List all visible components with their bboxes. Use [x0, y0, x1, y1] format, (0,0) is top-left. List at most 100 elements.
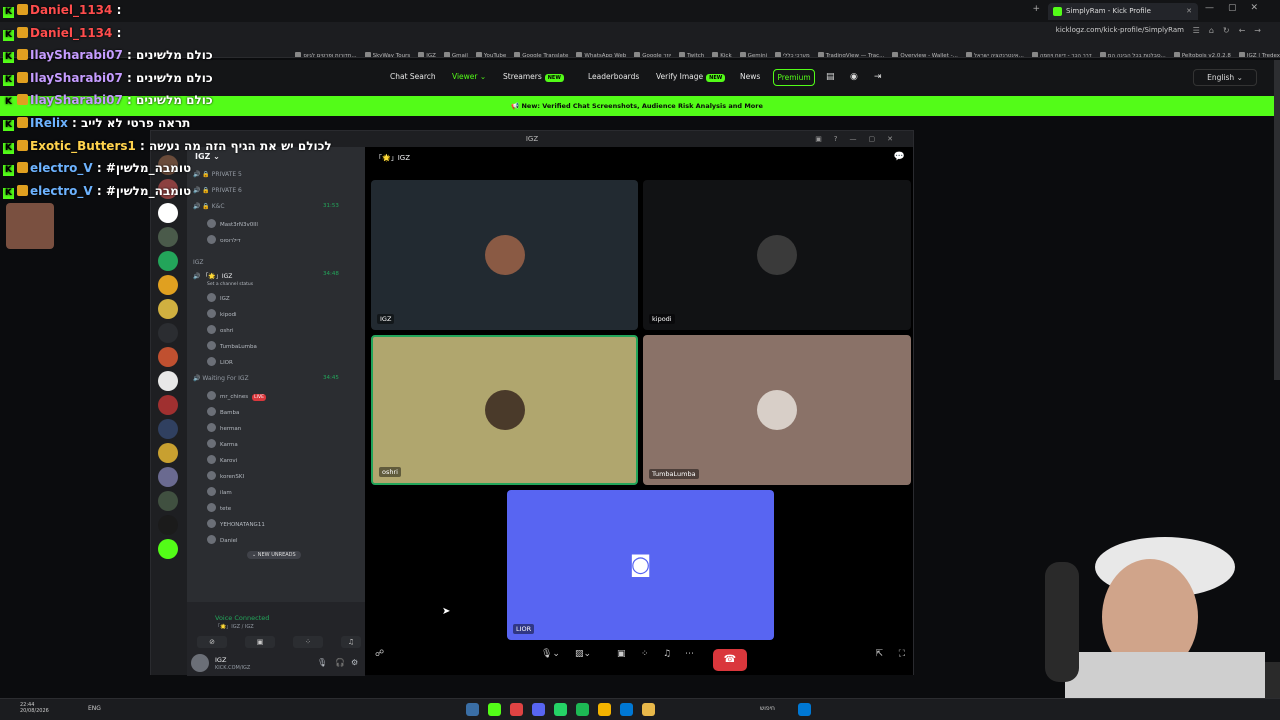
voice-user[interactable]: TumbaLumba — [207, 341, 257, 350]
fullscreen-icon[interactable]: ⛶ — [899, 649, 905, 659]
participant-tile[interactable]: oshri — [371, 335, 638, 485]
voice-user[interactable]: kipodi — [207, 309, 237, 318]
bookmark-item[interactable]: Overview - Wallet -... — [892, 48, 958, 57]
voice-user[interactable]: Mast3rN3v0lll — [207, 219, 258, 228]
bookmark-item[interactable]: SkyWay Tours — [364, 48, 410, 57]
bookmark-item[interactable]: Gemini — [739, 48, 767, 57]
taskbar-search[interactable]: חיפוש — [760, 705, 775, 712]
bookmark-item[interactable]: סבלנות בכל הבינה המ... — [1099, 48, 1166, 57]
discord-icon[interactable]: ◉ — [850, 72, 858, 82]
chat-icon[interactable]: 💬 — [894, 152, 905, 162]
voice-user[interactable]: YEHONATANG11 — [207, 519, 265, 528]
window-controls[interactable]: ▣?—▢✕ — [815, 131, 905, 147]
server-icon[interactable] — [158, 515, 178, 535]
bookmark-item[interactable]: YouTube — [475, 48, 506, 57]
app-icon[interactable] — [510, 703, 523, 716]
bookmark-item[interactable]: Peltobois v2.0.2.8 — [1173, 48, 1231, 57]
participant-tile[interactable]: kipodi — [643, 180, 911, 330]
nav-verify-image[interactable]: Verify Image NEW — [656, 72, 726, 82]
participant-tile[interactable]: ◙ LIOR — [507, 490, 774, 640]
bookmark-item[interactable]: מערכי כללי — [775, 48, 810, 57]
bookmark-item[interactable]: Twitch — [679, 48, 704, 57]
disconnect-button[interactable]: ☎ — [713, 649, 747, 671]
close-tab-icon[interactable]: ✕ — [1186, 3, 1192, 20]
channel-category[interactable]: IGZ — [193, 259, 204, 266]
voice-channel[interactable]: 🔊 🔒 K&C 31:53 — [193, 203, 339, 210]
screen-share-icon[interactable]: ▣ — [617, 649, 626, 659]
nav-chat-search[interactable]: Chat Search — [390, 72, 436, 81]
server-icon[interactable] — [158, 227, 178, 247]
language-select[interactable]: English ⌄ — [1193, 69, 1257, 86]
voice-user[interactable]: mr_chines LIVE — [207, 391, 266, 401]
voice-user[interactable]: דילרוסוס — [207, 235, 241, 244]
language-indicator[interactable]: ENG — [88, 705, 101, 712]
nav-leaderboards[interactable]: Leaderboards — [588, 72, 639, 81]
premium-button[interactable]: Premium — [773, 69, 815, 86]
server-icon[interactable] — [158, 323, 178, 343]
bookmark-item[interactable]: דרך הכר - דיווח ויוזמה — [1031, 48, 1092, 57]
voice-channel[interactable]: 🔊 Waiting For IGZ 34:45 — [193, 375, 339, 382]
camera-off-button[interactable]: ⊘ — [197, 636, 227, 648]
server-icon[interactable] — [158, 371, 178, 391]
chrome-icon[interactable] — [598, 703, 611, 716]
screen-share-button[interactable]: ▣ — [245, 636, 275, 648]
bookmark-item[interactable]: אינטרנקציה ישראל... — [965, 48, 1024, 57]
voice-channel-path[interactable]: 「🌟」IGZ / IGZ — [215, 623, 254, 630]
voice-user[interactable]: herman — [207, 423, 241, 432]
voice-user[interactable]: oshri — [207, 325, 234, 334]
server-icon[interactable] — [158, 275, 178, 295]
nav-news[interactable]: News — [740, 72, 760, 81]
server-icon[interactable] — [158, 203, 178, 223]
voice-user[interactable]: Daniel — [207, 535, 238, 544]
clock[interactable]: 22:44 20/08/2026 — [20, 702, 49, 714]
avatar[interactable] — [191, 654, 209, 672]
windows-start-icon[interactable] — [798, 703, 811, 716]
activities-button[interactable]: ⁘ — [293, 636, 323, 648]
participant-tile[interactable]: IGZ — [371, 180, 638, 330]
activity-icon[interactable]: ☍ — [375, 649, 384, 659]
bookmark-item[interactable]: Kick — [712, 48, 732, 57]
bookmark-item[interactable]: TradingView — Trac... — [817, 48, 884, 57]
camera-toggle-icon[interactable]: ▨⌄ — [575, 649, 591, 659]
bookmark-item[interactable]: IGZ | Tredex — [1238, 48, 1280, 57]
voice-channel[interactable]: 🔊 🔒 PRIVATE 6 — [193, 187, 242, 194]
steam-icon[interactable] — [466, 703, 479, 716]
whatsapp-icon[interactable] — [554, 703, 567, 716]
server-icon[interactable] — [158, 443, 178, 463]
chart-icon[interactable]: ▤ — [826, 72, 835, 82]
server-icon[interactable] — [158, 467, 178, 487]
activities-icon[interactable]: ⁘ — [641, 649, 649, 659]
user-name[interactable]: IGZ — [215, 656, 226, 664]
new-unreads-pill[interactable]: ⌄ NEW UNREADS — [247, 551, 301, 559]
soundboard-icon[interactable]: ♫ — [663, 649, 671, 659]
server-icon[interactable] — [158, 539, 178, 559]
voice-user[interactable]: tete — [207, 503, 231, 512]
window-controls[interactable]: —▢✕ — [1205, 3, 1272, 13]
voice-user[interactable]: Karma — [207, 439, 238, 448]
mic-icon[interactable]: 🎙 — [317, 658, 327, 667]
mic-toggle-icon[interactable]: 🎙⌄ — [541, 649, 560, 659]
voice-user[interactable]: Karovi — [207, 455, 237, 464]
bookmark-item[interactable]: חדורות ופרטים לגיוס... — [295, 48, 357, 57]
spotify-icon[interactable] — [576, 703, 589, 716]
nav-viewer[interactable]: Viewer ⌄ — [452, 72, 486, 81]
more-icon[interactable]: ⋯ — [685, 649, 694, 659]
voice-user[interactable]: LIOR — [207, 357, 233, 366]
bookmark-item[interactable]: Google יוזר — [634, 48, 671, 57]
bookmark-item[interactable]: IGZ — [418, 48, 436, 57]
voice-user[interactable]: korenSKI — [207, 471, 244, 480]
nav-streamers[interactable]: Streamers NEW — [503, 72, 564, 82]
voice-user[interactable]: IGZ — [207, 293, 230, 302]
browser-tab[interactable]: SimplyRam - Kick Profile ✕ — [1048, 3, 1198, 20]
server-icon[interactable] — [158, 299, 178, 319]
server-icon[interactable] — [158, 347, 178, 367]
participant-tile[interactable]: TumbaLumba — [643, 335, 911, 485]
bookmark-item[interactable]: Gmail — [443, 48, 468, 57]
bookmark-item[interactable]: Google Translate — [514, 48, 568, 57]
server-icon[interactable] — [158, 491, 178, 511]
folder-icon[interactable] — [642, 703, 655, 716]
headphones-icon[interactable]: 🎧 — [335, 658, 345, 667]
discord-icon[interactable] — [532, 703, 545, 716]
channel-status[interactable]: Set a channel status — [207, 281, 253, 287]
server-icon[interactable] — [158, 395, 178, 415]
